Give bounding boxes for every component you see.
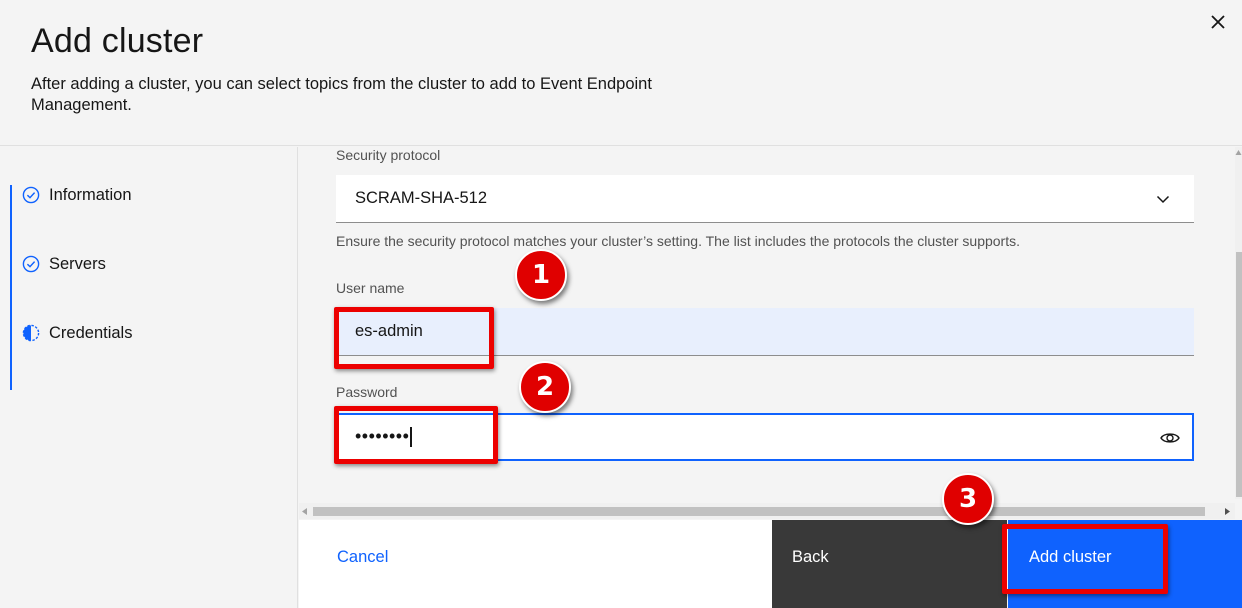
annotation-badge-3: 3 [942, 473, 994, 525]
password-input[interactable]: •••••••• [336, 413, 1194, 461]
half-circle-icon [21, 323, 41, 343]
step-servers[interactable]: Servers [21, 251, 106, 277]
cancel-button-label: Cancel [337, 548, 389, 566]
vertical-scroll-thumb[interactable] [1236, 252, 1242, 497]
security-protocol-select[interactable]: SCRAM-SHA-512 [336, 175, 1194, 223]
step-label: Information [49, 185, 132, 204]
form-content: Security protocol SCRAM-SHA-512 Ensure t… [299, 147, 1235, 499]
step-label: Credentials [49, 323, 133, 342]
progress-track [10, 185, 12, 390]
username-value: es-admin [355, 322, 423, 340]
password-label: Password [336, 384, 398, 400]
username-label: User name [336, 280, 405, 296]
modal-header: Add cluster After adding a cluster, you … [0, 0, 1242, 146]
progress-sidebar: Information Servers Credentials [0, 147, 298, 608]
checkmark-circle-icon [21, 254, 41, 274]
horizontal-scroll-thumb[interactable] [313, 507, 1205, 516]
security-protocol-helper: Ensure the security protocol matches you… [336, 233, 1020, 249]
security-protocol-value: SCRAM-SHA-512 [355, 189, 488, 207]
modal-subtitle: After adding a cluster, you can select t… [31, 75, 652, 114]
step-label: Servers [49, 254, 106, 273]
horizontal-scrollbar[interactable] [299, 503, 1235, 519]
scroll-up-icon[interactable] [1235, 149, 1242, 157]
back-button[interactable]: Back [772, 520, 1007, 608]
username-input[interactable]: es-admin [336, 308, 1194, 356]
annotation-badge-2: 2 [519, 361, 571, 413]
add-cluster-button[interactable]: Add cluster [1008, 520, 1242, 608]
step-information[interactable]: Information [21, 182, 132, 208]
scroll-left-icon[interactable] [301, 507, 309, 516]
cancel-button[interactable]: Cancel [299, 520, 772, 608]
close-icon[interactable] [1205, 9, 1231, 35]
step-credentials[interactable]: Credentials [21, 320, 132, 346]
back-button-label: Back [792, 548, 829, 566]
vertical-scrollbar[interactable] [1235, 147, 1242, 499]
modal-footer: Cancel Back Add cluster [299, 520, 1242, 608]
annotation-badge-1: 1 [515, 249, 567, 301]
checkmark-circle-icon [21, 185, 41, 205]
security-protocol-label: Security protocol [336, 147, 441, 163]
chevron-down-icon [1154, 190, 1172, 208]
add-cluster-button-label: Add cluster [1029, 548, 1112, 566]
password-value: •••••••• [355, 426, 412, 448]
eye-icon[interactable] [1159, 427, 1181, 449]
modal-title: Add cluster [31, 22, 204, 60]
scroll-right-icon[interactable] [1223, 507, 1231, 516]
